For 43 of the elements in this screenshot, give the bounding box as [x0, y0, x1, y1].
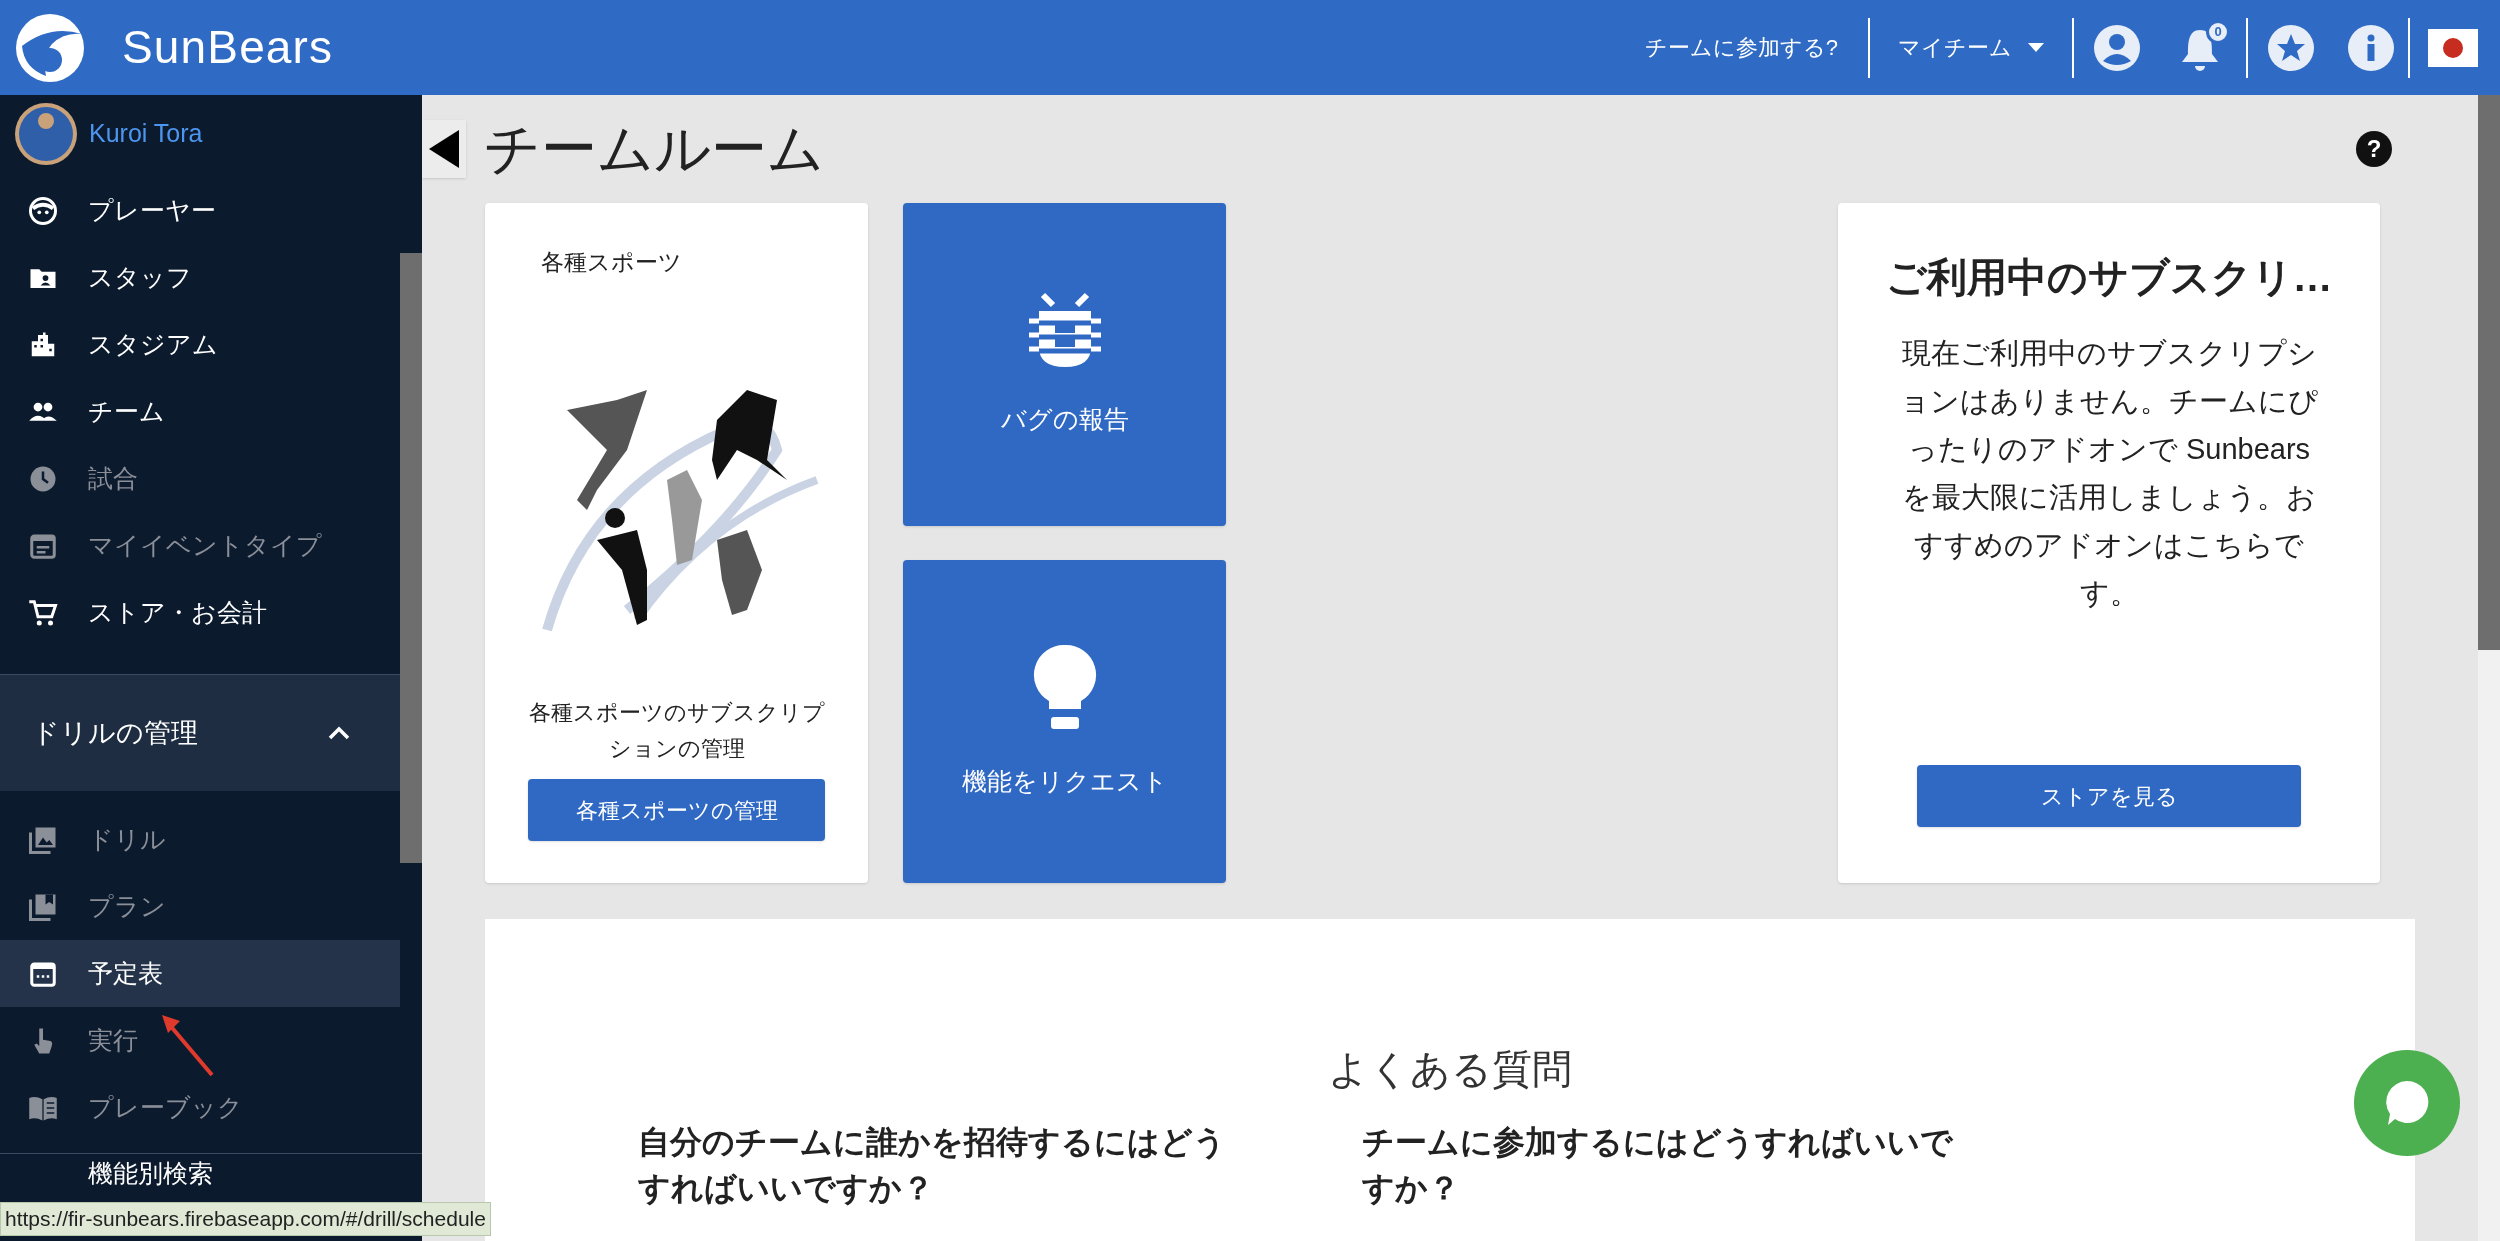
my-team-dropdown[interactable]: マイチーム — [1870, 31, 2072, 64]
faq-question[interactable]: 自分のチームに誰かを招待するにはどうすればいいですか？ — [638, 1119, 1238, 1211]
sidebar-item[interactable]: スタッフ — [0, 244, 400, 311]
japan-flag-icon[interactable] — [2428, 28, 2478, 67]
status-url-tooltip: https://fir-sunbears.firebaseapp.com/#/drill/schedule — [0, 1202, 491, 1236]
cart-icon — [28, 597, 58, 628]
sidebar-item[interactable]: ストア・お会計 — [0, 579, 400, 646]
sidebar-item[interactable]: プラン — [0, 873, 400, 940]
feature-request-tile[interactable]: 機能をリクエスト — [903, 560, 1226, 883]
sidebar-item[interactable]: ドリル — [0, 806, 400, 873]
bug-report-tile[interactable]: バグの報告 — [903, 203, 1226, 526]
info-icon[interactable] — [2348, 24, 2394, 71]
sidebar-item[interactable]: 機能別検索 — [28, 1155, 213, 1193]
card-title: ご利用中のサブスクリ… — [1885, 254, 2333, 301]
app-name: SunBears — [122, 20, 334, 75]
manage-sports-button[interactable]: 各種スポーツの管理 — [528, 779, 825, 841]
sidebar-item[interactable]: マイイベントタイプ — [0, 512, 400, 579]
sidebar-item[interactable]: プレーヤー — [0, 177, 400, 244]
join-team-link[interactable]: チームに参加する? — [1614, 31, 1868, 64]
sidebar-item[interactable]: 試合 — [0, 445, 400, 512]
sidebar-item[interactable]: 予定表 — [0, 940, 400, 1007]
sidebar-item[interactable]: チーム — [0, 378, 400, 445]
store-button[interactable]: ストアを見る — [1917, 765, 2301, 827]
faq-question[interactable]: チームに参加するにはどうすればいいですか？ — [1362, 1119, 1962, 1211]
collapse-sidebar-button[interactable] — [422, 120, 466, 178]
help-icon[interactable]: ? — [2356, 131, 2392, 167]
face-icon — [28, 195, 58, 226]
sidebar-item[interactable]: プレーブック — [0, 1074, 400, 1141]
avatar-icon[interactable] — [15, 103, 77, 165]
caret-icon — [2028, 42, 2044, 53]
section-header[interactable]: ドリルの管理 — [0, 675, 400, 791]
faq-title: よくある質問 — [1328, 1046, 1572, 1093]
card-text: 現在ご利用中のサブスクリプションはありません。チームにぴったりのアドオンで Sunbears を最大限に活用しましょう。おすすめのアドオンはこちらです。 — [1899, 336, 2319, 611]
account-icon[interactable] — [2094, 24, 2140, 71]
user-name[interactable]: Kuroi Tora — [89, 115, 203, 153]
sidebar-item[interactable]: 実行 — [0, 1007, 400, 1074]
sidebar-item[interactable]: スタジアム — [0, 311, 400, 378]
triangle-left-icon — [429, 130, 459, 168]
chevron-icon — [328, 726, 350, 740]
page-title: チームルーム — [484, 116, 824, 182]
card-description: 各種スポーツのサブスクリプションの管理 — [527, 699, 826, 763]
card-heading: 各種スポーツ — [541, 248, 682, 277]
annotation-arrow — [160, 1013, 216, 1079]
